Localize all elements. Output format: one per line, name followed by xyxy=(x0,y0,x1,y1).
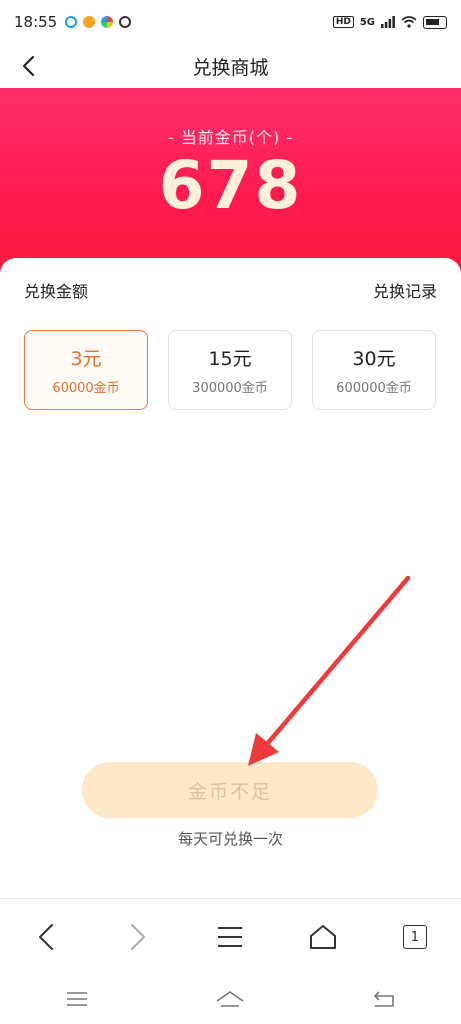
option-coin-cost: 60000金币 xyxy=(52,381,120,396)
notification-icons xyxy=(65,16,132,28)
tab-count-icon: 1 xyxy=(402,925,427,949)
hd-badge: HD xyxy=(332,16,354,28)
option-amount: 30元 xyxy=(352,348,396,370)
wifi-icon xyxy=(401,16,417,28)
nav-bar: 兑换商城 xyxy=(0,44,461,88)
exchange-option-30[interactable]: 30元 600000金币 xyxy=(312,330,436,410)
weibo-icon xyxy=(83,16,96,28)
back-button[interactable] xyxy=(10,48,46,84)
battery-icon xyxy=(423,15,447,29)
menu-icon xyxy=(218,927,243,947)
system-home-button[interactable] xyxy=(208,981,252,1017)
browser-forward-button[interactable] xyxy=(114,913,162,961)
app-notification-icon xyxy=(119,16,132,28)
home-icon xyxy=(217,991,244,1007)
status-right: HD 5G xyxy=(332,15,447,29)
browser-toolbar: 1 xyxy=(0,898,461,975)
exchange-section-header: 兑换金额 兑换记录 xyxy=(0,258,461,322)
browser-menu-button[interactable] xyxy=(206,913,254,961)
chevron-left-icon xyxy=(22,55,35,77)
exchange-limit-tip: 每天可兑换一次 xyxy=(177,830,283,848)
menu-icon xyxy=(66,992,87,1006)
coin-balance-label: - 当前金币(个) - xyxy=(167,128,294,147)
option-coin-cost: 300000金币 xyxy=(192,381,268,396)
chevron-right-icon xyxy=(131,924,146,950)
status-left: 18:55 xyxy=(14,13,132,31)
option-amount: 15元 xyxy=(208,348,252,370)
exchange-option-15[interactable]: 15元 300000金币 xyxy=(168,330,292,410)
option-amount: 3元 xyxy=(70,348,102,370)
exchange-button[interactable]: 金币不足 xyxy=(82,762,378,818)
system-back-button[interactable] xyxy=(362,981,406,1017)
app-notification-icon xyxy=(65,16,78,28)
app-notification-icon xyxy=(101,16,114,28)
coin-balance-value: 678 xyxy=(158,147,303,224)
status-bar: 18:55 HD 5G xyxy=(0,0,461,44)
browser-back-button[interactable] xyxy=(22,913,70,961)
network-type: 5G xyxy=(359,16,375,28)
chevron-left-icon xyxy=(39,924,54,950)
option-coin-cost: 600000金币 xyxy=(336,381,412,396)
status-time: 18:55 xyxy=(14,13,58,31)
system-navigation-bar xyxy=(0,974,461,1024)
system-menu-button[interactable] xyxy=(55,981,99,1017)
signal-icon xyxy=(381,16,395,28)
exchange-amount-title: 兑换金额 xyxy=(24,282,89,301)
exchange-options: 3元 60000金币 15元 300000金币 30元 600000金币 xyxy=(24,330,436,410)
home-icon xyxy=(309,925,336,949)
browser-tabs-button[interactable]: 1 xyxy=(391,913,439,961)
exchange-option-3[interactable]: 3元 60000金币 xyxy=(24,330,148,410)
back-icon xyxy=(374,991,394,1007)
page-title: 兑换商城 xyxy=(192,56,269,79)
browser-home-button[interactable] xyxy=(299,913,347,961)
exchange-record-link[interactable]: 兑换记录 xyxy=(373,278,437,302)
